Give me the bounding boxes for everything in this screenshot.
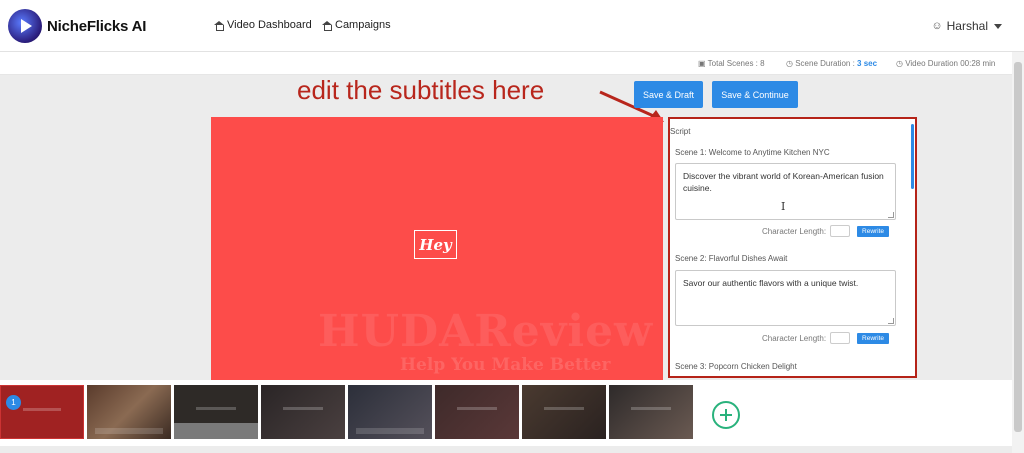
char-length-label: Character Length: bbox=[762, 226, 827, 236]
add-scene-button[interactable] bbox=[712, 401, 740, 429]
nav-video-dashboard-label: Video Dashboard bbox=[227, 19, 312, 31]
page-scrollbar[interactable] bbox=[1012, 52, 1024, 453]
char-length-field bbox=[830, 225, 851, 237]
script-panel[interactable]: Script Scene 1: Welcome to Anytime Kitch… bbox=[668, 117, 917, 378]
nav-campaigns[interactable]: Campaigns bbox=[322, 19, 391, 31]
clock-icon: ◷ bbox=[896, 59, 906, 68]
resize-handle-icon[interactable] bbox=[888, 212, 894, 218]
scene-thumbnail[interactable] bbox=[174, 385, 258, 439]
scene-thumbnail[interactable] bbox=[522, 385, 606, 439]
nav-video-dashboard[interactable]: Video Dashboard bbox=[214, 19, 312, 31]
char-length-label: Character Length: bbox=[762, 333, 827, 343]
watermark: HUDAReview bbox=[318, 306, 653, 357]
scene-text-value: Discover the vibrant world of Korean-Ame… bbox=[683, 171, 884, 193]
scene-duration-value: 3 sec bbox=[857, 59, 878, 68]
nav-campaigns-label: Campaigns bbox=[335, 19, 391, 31]
char-length-row: Character Length: Rewrite bbox=[762, 332, 890, 344]
video-duration: ◷ Video Duration 00:28 min bbox=[896, 59, 996, 68]
stats-bar: ▣ Total Scenes : 8 ◷ Scene Duration : 3 … bbox=[0, 52, 1024, 75]
annotation-text: edit the subtitles here bbox=[297, 75, 545, 105]
app-logo[interactable]: NicheFlicks AI bbox=[8, 9, 146, 43]
scene-thumbnail[interactable] bbox=[261, 385, 345, 439]
selected-badge: 1 bbox=[6, 395, 21, 410]
scene-title: Scene 2: Flavorful Dishes Await bbox=[675, 254, 788, 263]
scene-thumbnail[interactable] bbox=[348, 385, 432, 439]
page-scrollbar-thumb[interactable] bbox=[1014, 62, 1022, 432]
chevron-down-icon bbox=[994, 23, 1002, 29]
top-nav: NicheFlicks AI Video Dashboard Campaigns… bbox=[0, 0, 1024, 52]
scene-thumbnail[interactable] bbox=[87, 385, 171, 439]
scene-text-input[interactable]: Savor our authentic flavors with a uniqu… bbox=[675, 270, 896, 326]
home-icon bbox=[214, 20, 224, 31]
scene-thumbnail[interactable] bbox=[435, 385, 519, 439]
user-menu[interactable]: ☺ Harshal bbox=[931, 19, 1002, 33]
scene-timeline: 1 bbox=[0, 380, 1012, 446]
clock-icon: ◷ bbox=[786, 59, 796, 68]
save-draft-button[interactable]: Save & Draft bbox=[634, 81, 703, 108]
save-continue-button[interactable]: Save & Continue bbox=[712, 81, 798, 108]
text-cursor-icon: I bbox=[781, 200, 786, 213]
scene-thumbnail[interactable]: 1 bbox=[0, 385, 84, 439]
scene-text-input[interactable]: Discover the vibrant world of Korean-Ame… bbox=[675, 163, 896, 220]
user-name: Harshal bbox=[946, 19, 988, 33]
preview-text: Hey bbox=[414, 230, 457, 259]
image-icon: ▣ bbox=[698, 59, 708, 68]
home-icon bbox=[322, 20, 332, 31]
rewrite-button[interactable]: Rewrite bbox=[857, 225, 890, 237]
rewrite-button[interactable]: Rewrite bbox=[857, 332, 890, 344]
watermark-tagline: Help You Make Better bbox=[400, 355, 611, 375]
total-scenes: ▣ Total Scenes : 8 bbox=[698, 59, 765, 68]
user-icon: ☺ bbox=[931, 20, 943, 32]
char-length-row: Character Length: Rewrite bbox=[762, 225, 890, 237]
scene-title: Scene 1: Welcome to Anytime Kitchen NYC bbox=[675, 148, 830, 157]
panel-scrollbar[interactable] bbox=[911, 124, 914, 189]
scene-text-value: Savor our authentic flavors with a uniqu… bbox=[683, 278, 859, 288]
resize-handle-icon[interactable] bbox=[888, 318, 894, 324]
scene-thumbnail[interactable] bbox=[609, 385, 693, 439]
app-name: NicheFlicks AI bbox=[47, 17, 147, 35]
script-title: Script bbox=[670, 127, 691, 136]
char-length-field bbox=[830, 332, 851, 344]
scene-duration: ◷ Scene Duration : 3 sec bbox=[786, 59, 878, 68]
scene-title: Scene 3: Popcorn Chicken Delight bbox=[675, 362, 797, 371]
play-logo-icon bbox=[8, 9, 42, 43]
